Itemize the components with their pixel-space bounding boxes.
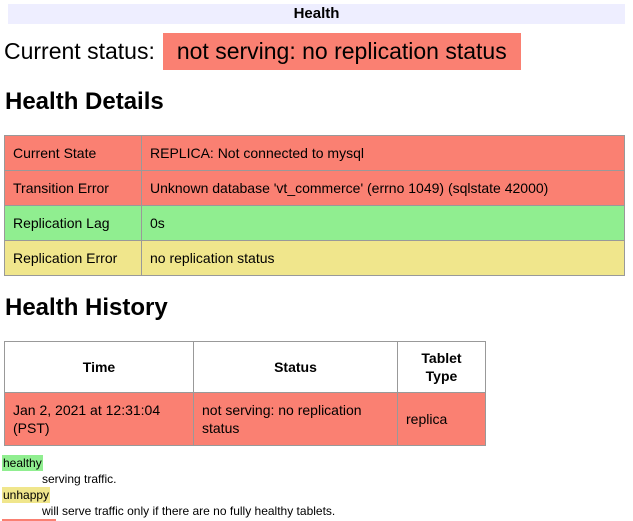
current-status-label: Current status: [4, 38, 155, 64]
detail-value: 0s [142, 206, 625, 241]
history-status: not serving: no replication status [194, 393, 398, 446]
page-title: Health [8, 4, 625, 24]
detail-label: Replication Error [5, 241, 142, 276]
column-header-status: Status [194, 342, 398, 393]
legend-description: will serve traffic only if there are no … [42, 503, 633, 519]
health-page: Health Current status: not serving: no re… [0, 0, 633, 521]
history-time: Jan 2, 2021 at 12:31:04 (PST) [5, 393, 194, 446]
column-header-tablet-type: Tablet Type [398, 342, 486, 393]
detail-value: no replication status [142, 241, 625, 276]
detail-label: Current State [5, 136, 142, 171]
detail-label: Replication Lag [5, 206, 142, 241]
health-history-heading: Health History [5, 295, 633, 321]
health-details-heading: Health Details [5, 89, 633, 115]
health-details-table: Current State REPLICA: Not connected to … [4, 135, 625, 276]
legend-term-unhappy: unhappy [2, 487, 50, 503]
legend-term-healthy: healthy [2, 455, 43, 471]
column-header-time: Time [5, 342, 194, 393]
legend-description: serving traffic. [42, 471, 633, 487]
table-row: Current State REPLICA: Not connected to … [5, 136, 625, 171]
history-tablet-type: replica [398, 393, 486, 446]
table-row: Replication Lag 0s [5, 206, 625, 241]
table-row: Transition Error Unknown database 'vt_co… [5, 171, 625, 206]
health-legend: healthy serving traffic. unhappy will se… [2, 455, 633, 521]
detail-label: Transition Error [5, 171, 142, 206]
table-header-row: Time Status Tablet Type [5, 342, 486, 393]
detail-value: Unknown database 'vt_commerce' (errno 10… [142, 171, 625, 206]
table-row: Replication Error no replication status [5, 241, 625, 276]
current-status-value: not serving: no replication status [163, 33, 521, 70]
detail-value: REPLICA: Not connected to mysql [142, 136, 625, 171]
health-history-table: Time Status Tablet Type Jan 2, 2021 at 1… [4, 341, 486, 446]
table-row: Jan 2, 2021 at 12:31:04 (PST) not servin… [5, 393, 486, 446]
current-status-line: Current status: not serving: no replicati… [4, 33, 633, 70]
